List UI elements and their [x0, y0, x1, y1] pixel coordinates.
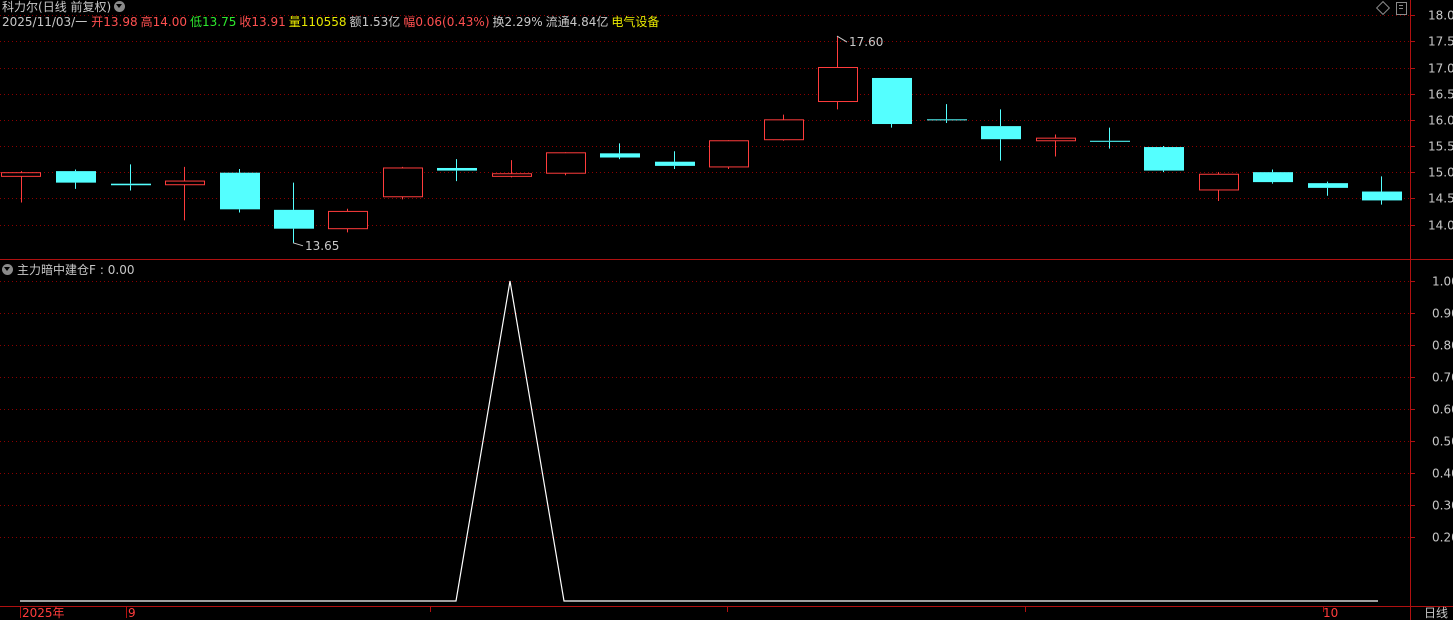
candle-body — [655, 161, 695, 166]
price-tick-label: 16.50 — [1428, 88, 1453, 102]
candle — [165, 166, 205, 221]
indicator-tick-label: 1.00 — [1432, 275, 1453, 289]
annotation-label: 13.65 — [305, 239, 339, 253]
candle-body — [872, 77, 912, 125]
month-sep-label: 9 — [128, 606, 136, 620]
candle-body — [220, 172, 260, 210]
price-tick-label: 17.00 — [1428, 62, 1453, 76]
candle — [546, 152, 586, 176]
candle-body — [818, 67, 858, 103]
indicator-tick-label: 0.90 — [1432, 307, 1453, 321]
candle-body — [492, 173, 532, 177]
candle-body — [111, 183, 151, 186]
candle — [220, 169, 260, 213]
indicator-tick-label: 0.20 — [1432, 531, 1453, 545]
candle — [1362, 176, 1402, 205]
indicator-tick-label: 0.30 — [1432, 499, 1453, 513]
candle — [655, 151, 695, 170]
candle-body — [56, 171, 96, 183]
price-tick-label: 18.00 — [1428, 9, 1453, 23]
candle — [1144, 146, 1184, 173]
price-tick-label: 15.00 — [1428, 166, 1453, 180]
candle — [328, 208, 368, 233]
candle-body — [709, 140, 749, 168]
month-oct-label: 10 — [1323, 606, 1338, 620]
candle-body — [546, 152, 586, 174]
candle-body — [1308, 183, 1348, 188]
candle — [437, 159, 477, 182]
annotation-label: 17.60 — [849, 35, 883, 49]
candle-body — [437, 167, 477, 171]
candle — [1308, 181, 1348, 196]
candle-body — [165, 180, 205, 186]
candle — [764, 114, 804, 141]
candle-body — [328, 210, 368, 230]
price-tick-label: 16.00 — [1428, 114, 1453, 128]
candle-body — [981, 126, 1021, 140]
candlestick-series — [1, 36, 1402, 243]
candle-body — [764, 119, 804, 141]
candle-body — [1036, 137, 1076, 142]
indicator-tick-label: 0.40 — [1432, 467, 1453, 481]
candle — [981, 109, 1021, 161]
candle — [1253, 169, 1293, 184]
candle — [600, 143, 640, 160]
candle — [111, 164, 151, 191]
period-button[interactable]: 日线 — [1424, 606, 1448, 620]
grid-lines — [0, 15, 1415, 538]
candle-body — [274, 209, 314, 229]
annotation-leader — [836, 35, 848, 43]
candle — [274, 182, 314, 243]
candle — [1090, 127, 1130, 149]
candle-body — [383, 167, 423, 198]
year-label: 2025年 — [22, 606, 65, 620]
candle-body — [1, 172, 41, 177]
candle — [709, 140, 749, 170]
annotation-leader — [292, 242, 304, 247]
candle — [56, 169, 96, 189]
price-tick-label: 15.50 — [1428, 140, 1453, 154]
candle-body — [1362, 191, 1402, 201]
candle — [1, 171, 41, 203]
indicator-tick-label: 0.70 — [1432, 371, 1453, 385]
candle-body — [1199, 173, 1239, 191]
candle — [927, 104, 967, 123]
candle-body — [927, 119, 967, 121]
candle-body — [1144, 147, 1184, 171]
indicator-series — [20, 280, 1378, 602]
candle — [492, 160, 532, 178]
candle — [872, 77, 912, 128]
chart-frame — [0, 0, 1453, 620]
indicator-tick-label: 0.80 — [1432, 339, 1453, 353]
indicator-line — [20, 280, 1378, 602]
price-tick-label: 14.50 — [1428, 192, 1453, 206]
indicator-tick-label: 0.50 — [1432, 435, 1453, 449]
price-chart-canvas[interactable]: 18.00 17.50 17.00 16.50 16.00 15.50 15.00 14.50… — [0, 0, 1453, 620]
candle-body — [600, 153, 640, 158]
price-tick-label: 14.00 — [1428, 219, 1453, 233]
candle-body — [1090, 140, 1130, 142]
candle — [1199, 172, 1239, 201]
candle — [383, 166, 423, 200]
candle-body — [1253, 172, 1293, 183]
candle — [1036, 134, 1076, 157]
price-tick-label: 17.50 — [1428, 35, 1453, 49]
indicator-tick-label: 0.60 — [1432, 403, 1453, 417]
